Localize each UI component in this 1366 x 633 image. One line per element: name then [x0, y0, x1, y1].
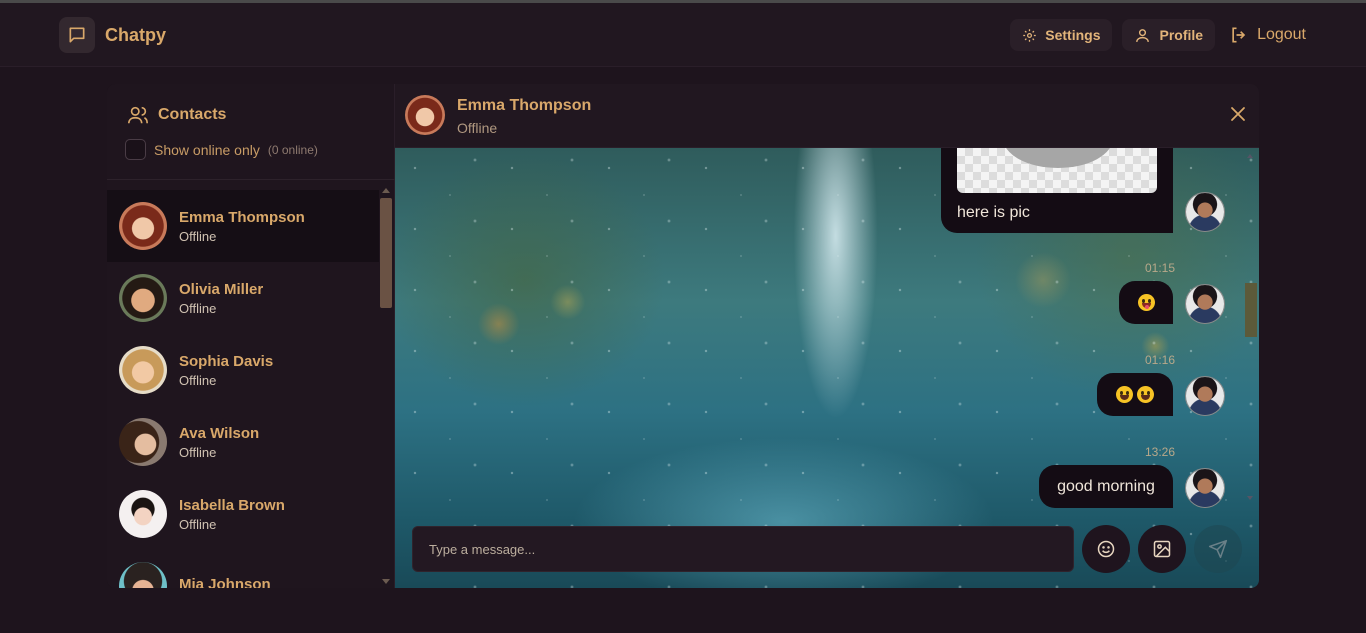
- image-message[interactable]: here is pic: [941, 148, 1173, 233]
- contact-item[interactable]: Mia Johnson: [107, 550, 379, 588]
- contact-name: Emma Thompson: [179, 208, 305, 226]
- chat-panel: Emma Thompson Offline here is pic 01:15 …: [395, 84, 1259, 588]
- avatar: [119, 274, 167, 322]
- settings-label: Settings: [1045, 27, 1101, 43]
- contact-item[interactable]: Sophia Davis Offline: [107, 334, 379, 406]
- image-icon: [1153, 540, 1171, 558]
- sender-avatar: [1185, 284, 1225, 324]
- scroll-up-arrow[interactable]: [382, 188, 390, 193]
- contact-status: Offline: [179, 516, 217, 532]
- laughing-emoji-icon: [1116, 386, 1133, 403]
- contact-status: Offline: [179, 300, 217, 316]
- avatar: [119, 418, 167, 466]
- message-text: good morning: [1057, 477, 1155, 495]
- chat-contact-status: Offline: [457, 120, 498, 136]
- emoji-button[interactable]: [1082, 525, 1130, 573]
- brand[interactable]: Chatpy: [59, 17, 166, 53]
- sender-avatar: [1185, 468, 1225, 508]
- chat-container: Contacts Show online only (0 online) Emm…: [107, 84, 1259, 588]
- navbar: Chatpy Settings Profile Logout: [0, 3, 1366, 67]
- contact-item[interactable]: Isabella Brown Offline: [107, 478, 379, 550]
- laughing-emoji-icon: [1137, 386, 1154, 403]
- chat-header: Emma Thompson Offline: [395, 84, 1259, 148]
- logout-button[interactable]: Logout: [1225, 19, 1310, 51]
- contact-name: Mia Johnson: [179, 576, 271, 588]
- shared-image[interactable]: [957, 148, 1157, 193]
- messages-scrollbar[interactable]: [1243, 148, 1259, 506]
- message-time: 01:15: [1144, 261, 1175, 275]
- message-input[interactable]: [412, 526, 1074, 572]
- scroll-up-arrow[interactable]: [1247, 154, 1253, 158]
- chat-contact-name: Emma Thompson: [457, 97, 592, 114]
- logout-label: Logout: [1257, 26, 1306, 43]
- avatar: [119, 490, 167, 538]
- contact-name: Sophia Davis: [179, 352, 274, 370]
- chat-avatar: [405, 95, 445, 135]
- avatar: [119, 346, 167, 394]
- attach-image-button[interactable]: [1138, 525, 1186, 573]
- logout-icon: [1232, 27, 1246, 43]
- scrollbar-thumb[interactable]: [380, 198, 392, 308]
- chat-bubble-icon: [59, 17, 95, 53]
- profile-label: Profile: [1159, 27, 1204, 43]
- close-icon: [1231, 107, 1245, 121]
- settings-button[interactable]: Settings: [1010, 19, 1113, 51]
- contacts-sidebar: Contacts Show online only (0 online) Emm…: [107, 84, 395, 588]
- contact-item[interactable]: Ava Wilson Offline: [107, 406, 379, 478]
- contacts-title: Contacts: [158, 106, 227, 123]
- scroll-down-arrow[interactable]: [1247, 496, 1253, 500]
- contact-status: Offline: [179, 444, 217, 460]
- contact-status: Offline: [179, 372, 217, 388]
- sidebar-header: Contacts Show online only (0 online): [107, 84, 395, 180]
- users-icon: [128, 106, 148, 124]
- scrollbar-thumb[interactable]: [1245, 283, 1257, 337]
- gear-icon: [1023, 28, 1036, 42]
- close-chat-button[interactable]: [1229, 105, 1247, 128]
- message-time: 13:26: [1144, 445, 1175, 459]
- contact-name: Ava Wilson: [179, 424, 260, 442]
- contact-name: Olivia Miller: [179, 280, 264, 298]
- sender-avatar: [1185, 192, 1225, 232]
- send-icon: [1208, 539, 1228, 559]
- contact-item[interactable]: Emma Thompson Offline: [107, 190, 379, 262]
- user-icon: [1136, 28, 1150, 42]
- tongue-emoji-icon: [1137, 294, 1155, 311]
- contact-list: Emma Thompson Offline Olivia Miller Offl…: [107, 190, 379, 588]
- smile-icon: [1097, 540, 1115, 558]
- contact-item[interactable]: Olivia Miller Offline: [107, 262, 379, 334]
- online-only-label[interactable]: Show online only: [154, 142, 260, 158]
- online-count: (0 online): [267, 142, 318, 157]
- message-time: 01:16: [1144, 353, 1175, 367]
- brand-name: Chatpy: [105, 24, 167, 45]
- scroll-down-arrow[interactable]: [382, 579, 390, 584]
- contacts-scrollbar[interactable]: [379, 184, 395, 588]
- message-input-bar: [395, 510, 1259, 588]
- profile-button[interactable]: Profile: [1122, 19, 1216, 51]
- avatar: [119, 562, 167, 588]
- online-only-checkbox[interactable]: [125, 139, 146, 160]
- send-button[interactable]: [1194, 525, 1242, 573]
- message-bubble[interactable]: 🤣🤣: [1097, 373, 1173, 416]
- message-bubble[interactable]: good morning: [1039, 465, 1173, 508]
- message-bubble[interactable]: 😛: [1119, 281, 1173, 324]
- sender-avatar: [1185, 376, 1225, 416]
- message-text: here is pic: [957, 204, 1030, 221]
- contact-name: Isabella Brown: [179, 496, 285, 514]
- avatar: [119, 202, 167, 250]
- contact-status: Offline: [179, 228, 217, 244]
